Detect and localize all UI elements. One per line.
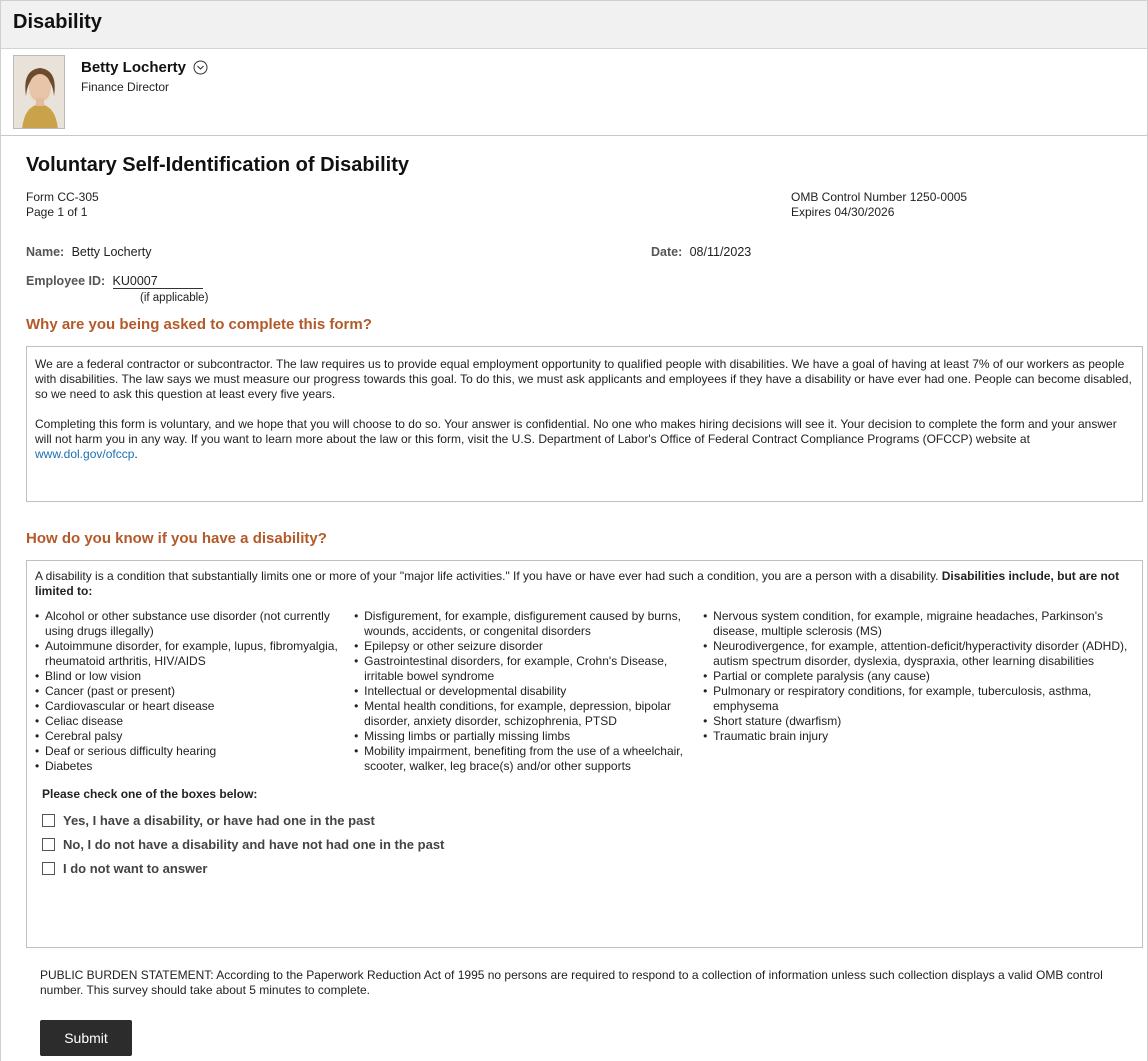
checkbox[interactable] xyxy=(42,837,55,851)
name-field: Name: Betty Locherty xyxy=(26,245,151,259)
disability-list-item: Diabetes xyxy=(35,759,354,774)
disability-option[interactable]: No, I do not have a disability and have … xyxy=(42,832,1134,856)
disability-columns: Alcohol or other substance use disorder … xyxy=(35,609,1134,774)
date-label: Date: xyxy=(651,245,683,259)
employee-id-field: Employee ID: KU0007 xyxy=(26,274,203,289)
disability-list-item: Pulmonary or respiratory conditions, for… xyxy=(703,684,1134,714)
how-intro-text: A disability is a condition that substan… xyxy=(35,569,939,583)
disability-option[interactable]: I do not want to answer xyxy=(42,856,1134,880)
disability-column-1: Alcohol or other substance use disorder … xyxy=(35,609,354,774)
disability-list-item: Mental health conditions, for example, d… xyxy=(354,699,703,729)
disability-option-label: No, I do not have a disability and have … xyxy=(63,836,445,852)
avatar xyxy=(13,55,65,129)
disability-list-item: Autoimmune disorder, for example, lupus,… xyxy=(35,639,354,669)
person-job-title: Finance Director xyxy=(81,80,170,94)
disability-list-item: Cerebral palsy xyxy=(35,729,354,744)
employee-id-value: KU0007 xyxy=(112,274,203,289)
ofccp-link[interactable]: www.dol.gov/ofccp xyxy=(35,447,134,461)
disability-list-item: Blind or low vision xyxy=(35,669,354,684)
how-heading: How do you know if you have a disability… xyxy=(26,530,327,547)
checkbox[interactable] xyxy=(42,813,55,827)
why-paragraph-1: We are a federal contractor or subcontra… xyxy=(35,357,1132,401)
disability-option-label: I do not want to answer xyxy=(63,860,208,876)
checkbox[interactable] xyxy=(42,861,55,875)
submit-button[interactable]: Submit xyxy=(40,1020,132,1056)
check-heading: Please check one of the boxes below: xyxy=(42,787,258,801)
name-value: Betty Locherty xyxy=(71,245,152,259)
disability-list-item: Cancer (past or present) xyxy=(35,684,354,699)
employee-id-note: (if applicable) xyxy=(140,292,209,304)
page-header: Disability xyxy=(1,1,1147,49)
disability-list-item: Cardiovascular or heart disease xyxy=(35,699,354,714)
chevron-down-icon[interactable] xyxy=(193,60,208,79)
disability-list-item: Disfigurement, for example, disfiguremen… xyxy=(354,609,703,639)
disability-list-item: Celiac disease xyxy=(35,714,354,729)
disability-list-item: Epilepsy or other seizure disorder xyxy=(354,639,703,654)
disability-option-label: Yes, I have a disability, or have had on… xyxy=(63,812,375,828)
person-card: Betty Locherty Finance Director xyxy=(1,49,1147,136)
page-title: Disability xyxy=(13,11,102,33)
name-label: Name: xyxy=(26,245,65,259)
disability-list-item: Traumatic brain injury xyxy=(703,729,1134,744)
how-box: A disability is a condition that substan… xyxy=(26,560,1143,948)
page-frame: Disability Betty Locherty Finance Direct… xyxy=(0,0,1148,1061)
how-intro: A disability is a condition that substan… xyxy=(35,569,1134,599)
disability-list-item: Short stature (dwarfism) xyxy=(703,714,1134,729)
disability-list-item: Gastrointestinal disorders, for example,… xyxy=(354,654,703,684)
date-field: Date: 08/11/2023 xyxy=(651,245,751,259)
why-paragraph-2-end: . xyxy=(134,447,138,461)
disability-list-item: Alcohol or other substance use disorder … xyxy=(35,609,354,639)
why-paragraph-2: Completing this form is voluntary, and w… xyxy=(35,417,1132,462)
public-burden-statement: PUBLIC BURDEN STATEMENT: According to th… xyxy=(40,968,1103,997)
disability-list-item: Deaf or serious difficulty hearing xyxy=(35,744,354,759)
avatar-photo-icon xyxy=(14,56,64,128)
disability-list-item: Partial or complete paralysis (any cause… xyxy=(703,669,1134,684)
date-value: 08/11/2023 xyxy=(689,245,752,259)
disability-list-item: Mobility impairment, benefiting from the… xyxy=(354,744,703,774)
employee-id-label: Employee ID: xyxy=(26,274,106,288)
disability-options: Yes, I have a disability, or have had on… xyxy=(42,808,1134,880)
person-name-row: Betty Locherty xyxy=(81,59,208,79)
why-heading: Why are you being asked to complete this… xyxy=(26,316,372,333)
omb-expires: Expires 04/30/2026 xyxy=(791,205,895,219)
disability-column-2: Disfigurement, for example, disfiguremen… xyxy=(354,609,703,774)
why-box: We are a federal contractor or subcontra… xyxy=(26,346,1143,502)
form-page: Page 1 of 1 xyxy=(26,205,88,219)
disability-option[interactable]: Yes, I have a disability, or have had on… xyxy=(42,808,1134,832)
person-name: Betty Locherty xyxy=(81,59,187,76)
form-title: Voluntary Self-Identification of Disabil… xyxy=(26,154,409,176)
disability-list-item: Missing limbs or partially missing limbs xyxy=(354,729,703,744)
check-section: Please check one of the boxes below: Yes… xyxy=(35,787,1134,880)
disability-list-item: Neurodivergence, for example, attention-… xyxy=(703,639,1134,669)
disability-column-3: Nervous system condition, for example, m… xyxy=(703,609,1134,774)
disability-list-item: Intellectual or developmental disability xyxy=(354,684,703,699)
why-paragraph-2-text: Completing this form is voluntary, and w… xyxy=(35,417,1117,446)
form-number: Form CC-305 xyxy=(26,190,99,204)
disability-list-item: Nervous system condition, for example, m… xyxy=(703,609,1134,639)
omb-number: OMB Control Number 1250-0005 xyxy=(791,190,968,204)
